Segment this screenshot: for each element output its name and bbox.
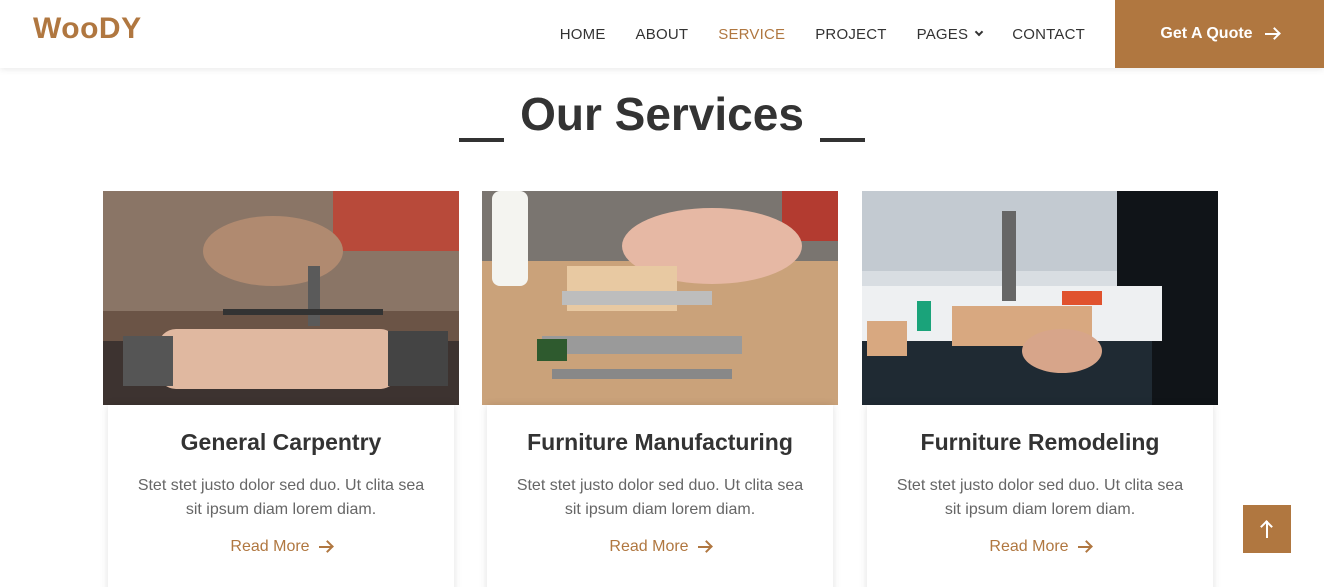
heading-decor-left (459, 138, 505, 142)
service-card-body: Furniture Manufacturing Stet stet justo … (487, 405, 833, 587)
service-card-body: General Carpentry Stet stet justo dolor … (108, 405, 454, 587)
service-description: Stet stet justo dolor sed duo. Ut clita … (896, 477, 1184, 518)
arrow-right-icon (697, 541, 711, 553)
read-more-link[interactable]: Read More (230, 538, 332, 556)
nav-service[interactable]: SERVICE (718, 26, 785, 43)
service-description: Stet stet justo dolor sed duo. Ut clita … (516, 477, 804, 518)
read-more-label: Read More (989, 538, 1069, 555)
get-quote-label: Get A Quote (1160, 25, 1253, 42)
nav-pages-label: PAGES (916, 25, 969, 43)
page-title: Our Services (520, 88, 804, 140)
brand-logo[interactable]: WooDY (33, 12, 142, 46)
read-more-label: Read More (609, 538, 689, 555)
main-nav: HOME ABOUT SERVICE PROJECT PAGES CONTACT (530, 0, 1085, 68)
navbar: WooDY HOME ABOUT SERVICE PROJECT PAGES C… (0, 0, 1324, 68)
section-heading: Our Services (0, 84, 1324, 144)
back-to-top-button[interactable] (1243, 505, 1291, 553)
service-title: General Carpentry (180, 429, 382, 455)
service-description: Stet stet justo dolor sed duo. Ut clita … (137, 477, 425, 518)
heading-decor-right (819, 138, 865, 142)
service-card-body: Furniture Remodeling Stet stet justo dol… (867, 405, 1213, 587)
nav-about[interactable]: ABOUT (636, 26, 689, 43)
nav-pages[interactable]: PAGES (916, 25, 984, 43)
service-image-remodeling (862, 191, 1218, 405)
arrow-right-icon (1077, 541, 1091, 553)
read-more-link[interactable]: Read More (989, 538, 1091, 556)
arrow-right-icon (1264, 28, 1279, 40)
arrow-up-icon (1261, 520, 1273, 538)
read-more-link[interactable]: Read More (609, 538, 711, 556)
service-card: General Carpentry Stet stet justo dolor … (103, 191, 459, 587)
arrow-right-icon (318, 541, 332, 553)
chevron-down-icon (974, 27, 984, 37)
read-more-label: Read More (230, 538, 310, 555)
service-title: Furniture Remodeling (920, 429, 1160, 455)
service-image-manufacturing (482, 191, 838, 405)
nav-contact[interactable]: CONTACT (1012, 26, 1085, 43)
nav-home[interactable]: HOME (560, 26, 606, 43)
service-card: Furniture Remodeling Stet stet justo dol… (862, 191, 1218, 587)
service-image-carpentry (103, 191, 459, 405)
service-card: Furniture Manufacturing Stet stet justo … (482, 191, 838, 587)
nav-project[interactable]: PROJECT (815, 26, 886, 43)
get-quote-button[interactable]: Get A Quote (1115, 0, 1324, 68)
service-title: Furniture Manufacturing (527, 429, 793, 455)
